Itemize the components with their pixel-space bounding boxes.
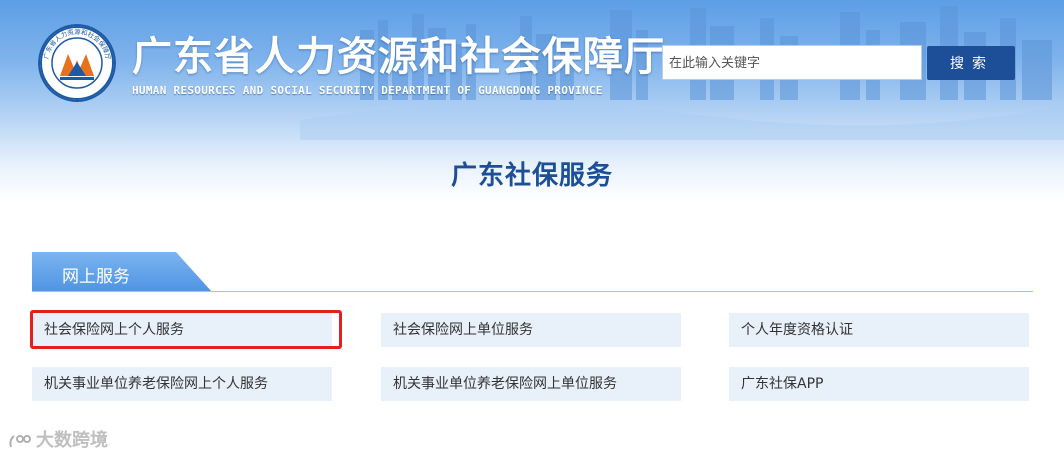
watermark-text: 大数跨境 (36, 430, 108, 451)
watermark: 大数跨境 (8, 426, 108, 452)
service-item-social-security-app[interactable]: 广东社保APP (729, 367, 1029, 401)
service-item-social-insurance-employer[interactable]: 社会保险网上单位服务 (381, 313, 681, 347)
highlight-annotation-box (30, 310, 342, 349)
site-title: 广东省人力资源和社会保障厅 (132, 33, 665, 80)
service-item-annual-qualification[interactable]: 个人年度资格认证 (729, 313, 1029, 347)
service-item-institution-pension-employer[interactable]: 机关事业单位养老保险网上单位服务 (381, 367, 681, 401)
search-input[interactable] (662, 45, 922, 80)
section-tab-label: 网上服务 (62, 267, 130, 287)
site-subtitle-english: HUMAN RESOURCES AND SOCIAL SECURITY DEPA… (132, 84, 603, 97)
search-button[interactable]: 搜索 (927, 46, 1015, 80)
page-title: 广东社保服务 (450, 161, 613, 191)
watermark-logo-icon (9, 435, 31, 448)
service-item-institution-pension-personal[interactable]: 机关事业单位养老保险网上个人服务 (32, 367, 332, 401)
department-emblem-logo: 广东省人力资源和社会保障厅 (38, 24, 116, 102)
section-divider (32, 291, 1033, 292)
